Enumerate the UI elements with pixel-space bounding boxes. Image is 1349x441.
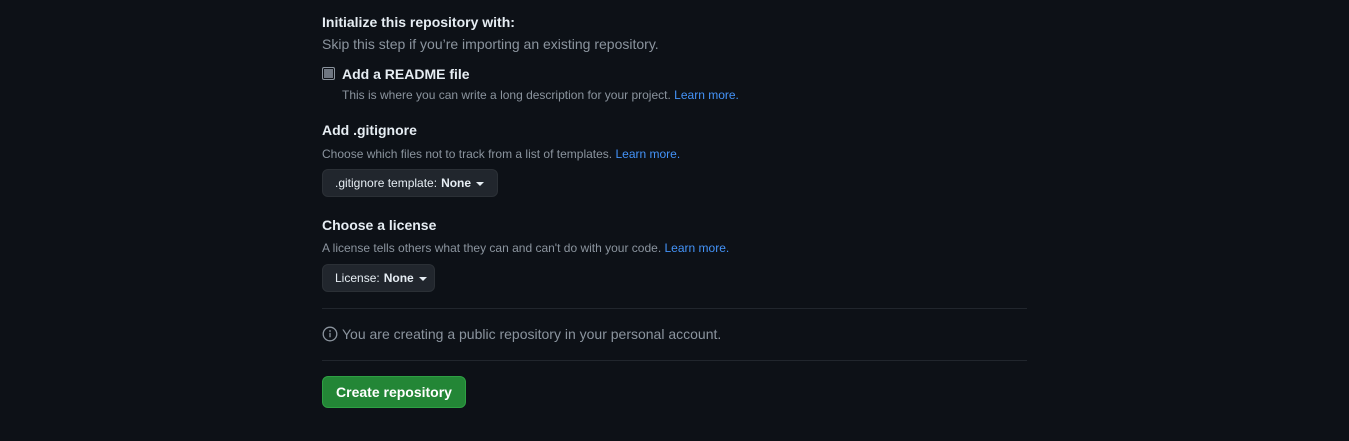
- gitignore-select-prefix: .gitignore template:: [335, 176, 438, 190]
- divider: [322, 360, 1027, 361]
- readme-description: This is where you can write a long descr…: [342, 88, 739, 102]
- license-description-text: A license tells others what they can and…: [322, 241, 662, 255]
- divider: [322, 308, 1027, 309]
- readme-label[interactable]: Add a README file: [342, 66, 470, 82]
- gitignore-description: Choose which files not to track from a l…: [322, 147, 680, 161]
- gitignore-template-select[interactable]: .gitignore template: None: [322, 169, 498, 197]
- initialize-title: Initialize this repository with:: [322, 14, 515, 30]
- caret-down-icon: [476, 181, 485, 186]
- license-select-value: None: [383, 271, 414, 285]
- info-icon: [322, 326, 338, 342]
- readme-description-text: This is where you can write a long descr…: [342, 88, 671, 102]
- readme-checkbox[interactable]: [322, 67, 335, 80]
- gitignore-select-value: None: [441, 176, 472, 190]
- license-description: A license tells others what they can and…: [322, 241, 729, 255]
- create-repository-button[interactable]: Create repository: [322, 376, 466, 408]
- license-title: Choose a license: [322, 217, 437, 233]
- caret-down-icon: [418, 276, 427, 281]
- visibility-info-text: You are creating a public repository in …: [342, 326, 722, 342]
- initialize-subtitle: Skip this step if you’re importing an ex…: [322, 36, 659, 52]
- readme-learn-more-link[interactable]: Learn more.: [674, 88, 739, 102]
- gitignore-description-text: Choose which files not to track from a l…: [322, 147, 613, 161]
- license-learn-more-link[interactable]: Learn more.: [665, 241, 730, 255]
- gitignore-title: Add .gitignore: [322, 122, 417, 138]
- license-select[interactable]: License: None: [322, 264, 435, 292]
- license-select-prefix: License:: [335, 271, 380, 285]
- visibility-info: You are creating a public repository in …: [322, 326, 721, 342]
- gitignore-learn-more-link[interactable]: Learn more.: [615, 147, 680, 161]
